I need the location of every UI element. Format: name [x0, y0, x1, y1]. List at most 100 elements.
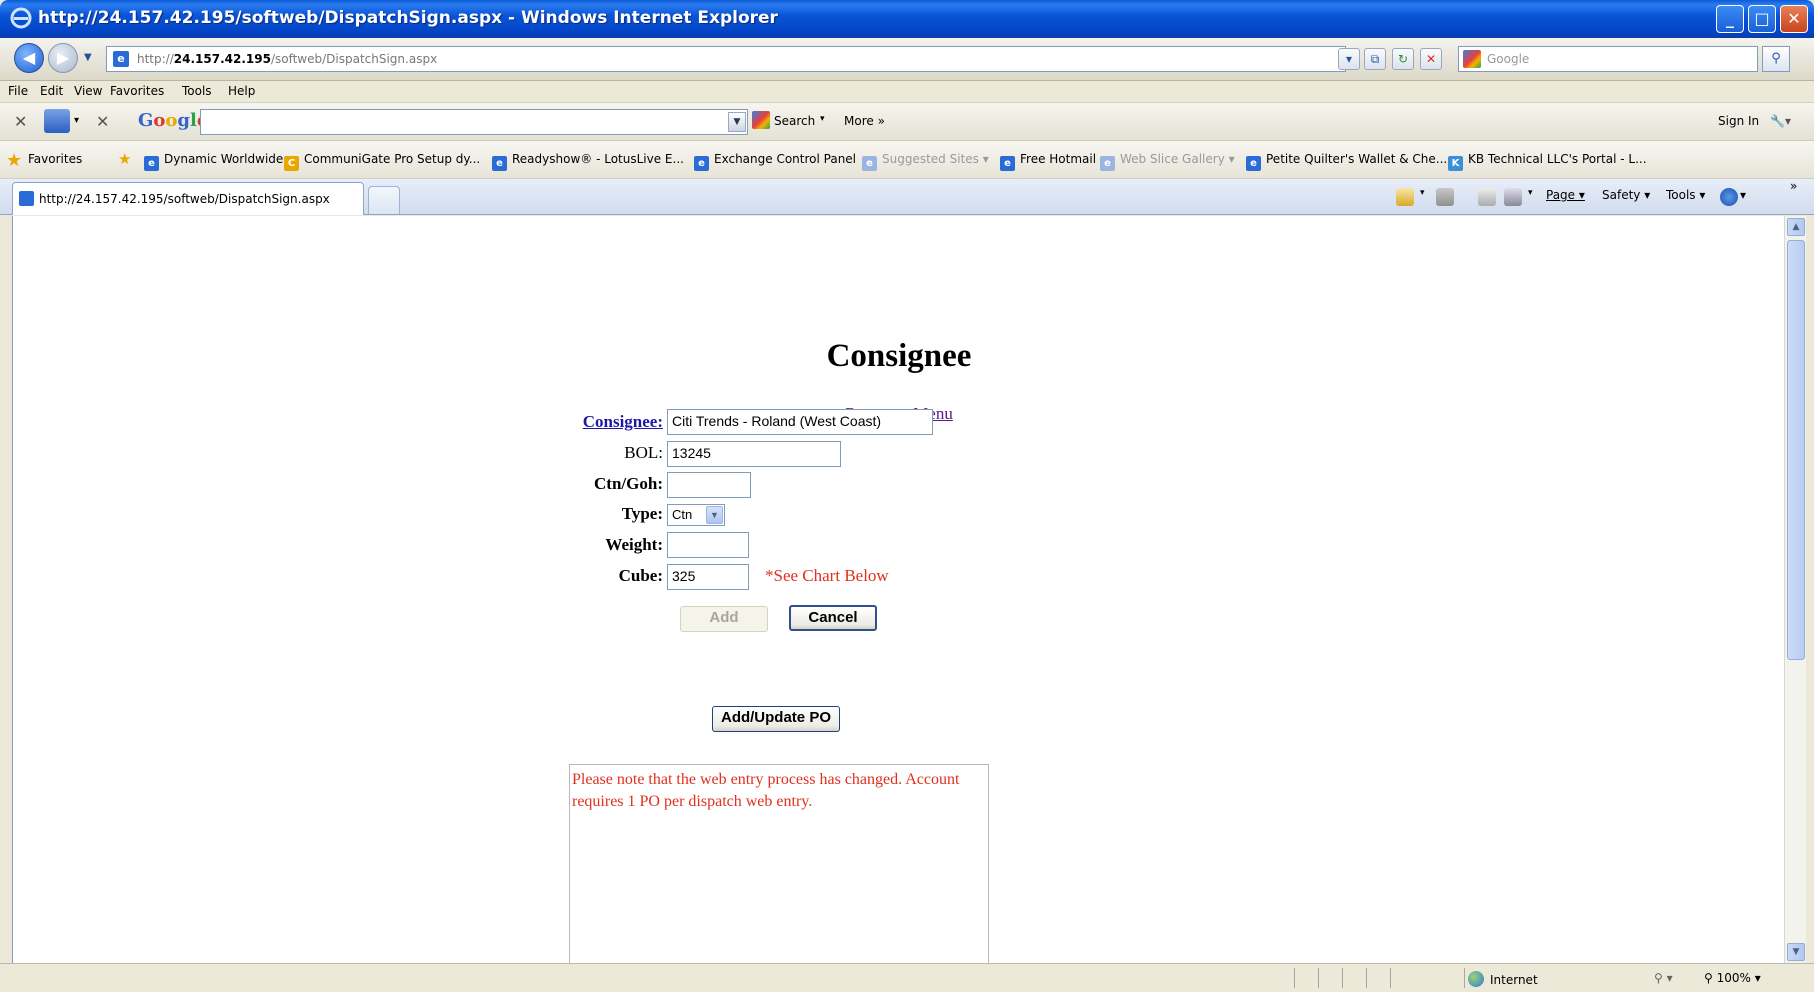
add-favorite-icon[interactable]: ★	[118, 150, 131, 168]
toolbar-app-icon[interactable]	[44, 109, 70, 133]
new-tab-button[interactable]	[368, 186, 400, 214]
address-bar[interactable]: e http://24.157.42.195/softweb/DispatchS…	[106, 46, 1346, 72]
window-title: http://24.157.42.195/softweb/DispatchSig…	[38, 8, 778, 28]
search-go-icon[interactable]: ⚲	[1762, 46, 1790, 72]
scrollbar-thumb[interactable]	[1787, 240, 1805, 660]
google-search-button[interactable]: Search	[774, 114, 815, 128]
toolbar-app-dropdown-icon[interactable]: ▾	[74, 115, 79, 126]
zoom-level[interactable]: ⚲ 100% ▾	[1704, 971, 1761, 985]
sign-in-button[interactable]: Sign In	[1718, 114, 1759, 128]
scroll-up-icon[interactable]: ▲	[1787, 218, 1805, 236]
ctn-goh-field[interactable]	[667, 472, 751, 498]
menu-favorites[interactable]: Favorites	[110, 84, 164, 98]
bol-field[interactable]: 13245	[667, 441, 841, 467]
safety-menu[interactable]: Safety ▾	[1602, 188, 1650, 202]
ie-page-icon: e	[144, 156, 159, 171]
address-toolbar: ◀ ▶ ▼ e http://24.157.42.195/softweb/Dis…	[0, 38, 1814, 81]
recent-pages-dropdown-icon[interactable]: ▼	[84, 52, 92, 63]
tools-menu[interactable]: Tools ▾	[1666, 188, 1705, 202]
address-url: http://24.157.42.195/softweb/DispatchSig…	[137, 52, 438, 66]
chevron-more-icon[interactable]: »	[1790, 179, 1797, 193]
fav-web-slice-gallery[interactable]: e Web Slice Gallery ▾	[1100, 152, 1235, 171]
type-select[interactable]: Ctn ▼	[667, 504, 725, 526]
more-button[interactable]: More »	[844, 114, 885, 128]
cancel-button[interactable]: Cancel	[789, 605, 877, 631]
status-divider	[1464, 968, 1465, 988]
page-title: Consignee	[826, 338, 972, 374]
status-divider	[1366, 968, 1367, 988]
wrench-icon[interactable]: 🔧▾	[1770, 114, 1791, 128]
cube-label: Cube:	[618, 566, 663, 585]
minimize-button[interactable]: _	[1716, 5, 1744, 33]
consignee-field[interactable]: Citi Trends - Roland (West Coast)	[667, 409, 933, 435]
address-dropdown-icon[interactable]: ▾	[1338, 48, 1360, 70]
page-icon: e	[113, 51, 129, 67]
fav-link-dynamic-worldwide[interactable]: e Dynamic Worldwide	[144, 152, 283, 171]
google-search-input[interactable]	[200, 109, 748, 135]
menu-bar: File Edit View Favorites Tools Help	[0, 81, 1814, 103]
print-icon[interactable]	[1504, 188, 1522, 206]
menu-view[interactable]: View	[74, 84, 102, 98]
refresh-icon[interactable]: ↻	[1392, 48, 1414, 70]
home-icon[interactable]	[1396, 188, 1414, 206]
notice-box: Please note that the web entry process h…	[569, 764, 989, 964]
help-dropdown[interactable]: ▾	[1740, 188, 1746, 202]
maximize-button[interactable]: □	[1748, 5, 1776, 33]
bol-label: BOL:	[624, 443, 663, 462]
menu-tools[interactable]: Tools	[182, 84, 212, 98]
favorites-star-icon: ★	[6, 150, 23, 171]
fav-link-exchange-control-panel[interactable]: e Exchange Control Panel	[694, 152, 856, 171]
globe-icon	[1468, 971, 1484, 987]
tab-dispatch-sign[interactable]: http://24.157.42.195/softweb/DispatchSig…	[12, 182, 364, 215]
forward-button[interactable]: ▶	[48, 43, 78, 73]
ie-page-icon: e	[492, 156, 507, 171]
home-dropdown-icon[interactable]: ▾	[1420, 188, 1425, 198]
scroll-down-icon[interactable]: ▼	[1787, 943, 1805, 961]
close-google-toolbar-icon[interactable]: ✕	[96, 112, 109, 131]
google-search-dropdown-icon[interactable]: ▼	[728, 112, 746, 132]
weight-label: Weight:	[605, 535, 663, 554]
menu-file[interactable]: File	[8, 84, 28, 98]
chevron-down-icon[interactable]: ▼	[706, 506, 723, 524]
protected-mode-icon[interactable]: ⚲ ▾	[1654, 971, 1673, 985]
feeds-icon[interactable]	[1436, 188, 1454, 206]
ctn-goh-label: Ctn/Goh:	[594, 474, 663, 493]
search-options-icon[interactable]: ▾	[820, 114, 825, 124]
security-zone[interactable]: Internet	[1468, 971, 1538, 987]
fav-link-readyshow[interactable]: e Readyshow® - LotusLive E...	[492, 152, 684, 171]
ie-page-icon: e	[862, 156, 877, 171]
back-button[interactable]: ◀	[14, 43, 44, 73]
print-dropdown-icon[interactable]: ▾	[1528, 188, 1533, 198]
status-divider	[1390, 968, 1391, 988]
close-toolbar-icon[interactable]: ✕	[14, 112, 27, 131]
stop-icon[interactable]: ✕	[1420, 48, 1442, 70]
google-logo: Google	[138, 110, 208, 131]
consignee-link[interactable]: Consignee:	[463, 412, 663, 432]
fav-link-kb-technical[interactable]: K KB Technical LLC's Portal - L...	[1448, 152, 1647, 171]
fav-suggested-sites[interactable]: e Suggested Sites ▾	[862, 152, 989, 171]
menu-help[interactable]: Help	[228, 84, 255, 98]
fav-link-free-hotmail[interactable]: e Free Hotmail	[1000, 152, 1096, 171]
ie-page-icon	[19, 191, 34, 206]
status-divider	[1318, 968, 1319, 988]
read-mail-icon[interactable]	[1478, 188, 1496, 206]
tab-title: http://24.157.42.195/softweb/DispatchSig…	[39, 192, 330, 206]
compatibility-view-icon[interactable]: ⧉	[1364, 48, 1386, 70]
type-label: Type:	[621, 504, 663, 523]
favorites-button[interactable]: Favorites	[28, 152, 82, 166]
search-box[interactable]: Google	[1458, 46, 1758, 72]
cube-field[interactable]: 325	[667, 564, 749, 590]
add-button[interactable]: Add	[680, 606, 768, 632]
vertical-scrollbar[interactable]: ▲ ▼	[1784, 216, 1806, 963]
ie-page-icon: e	[1000, 156, 1015, 171]
menu-edit[interactable]: Edit	[40, 84, 63, 98]
ie-page-icon: e	[1100, 156, 1115, 171]
add-update-po-button[interactable]: Add/Update PO	[712, 706, 840, 732]
fav-link-petite-quilter[interactable]: e Petite Quilter's Wallet & Che...	[1246, 152, 1447, 171]
type-selected-value: Ctn	[672, 507, 693, 522]
weight-field[interactable]	[667, 532, 749, 558]
page-menu[interactable]: Page ▾	[1546, 188, 1585, 202]
help-icon[interactable]	[1720, 188, 1738, 206]
fav-link-communigate[interactable]: C CommuniGate Pro Setup dy...	[284, 152, 480, 171]
close-window-button[interactable]: ✕	[1780, 5, 1808, 33]
